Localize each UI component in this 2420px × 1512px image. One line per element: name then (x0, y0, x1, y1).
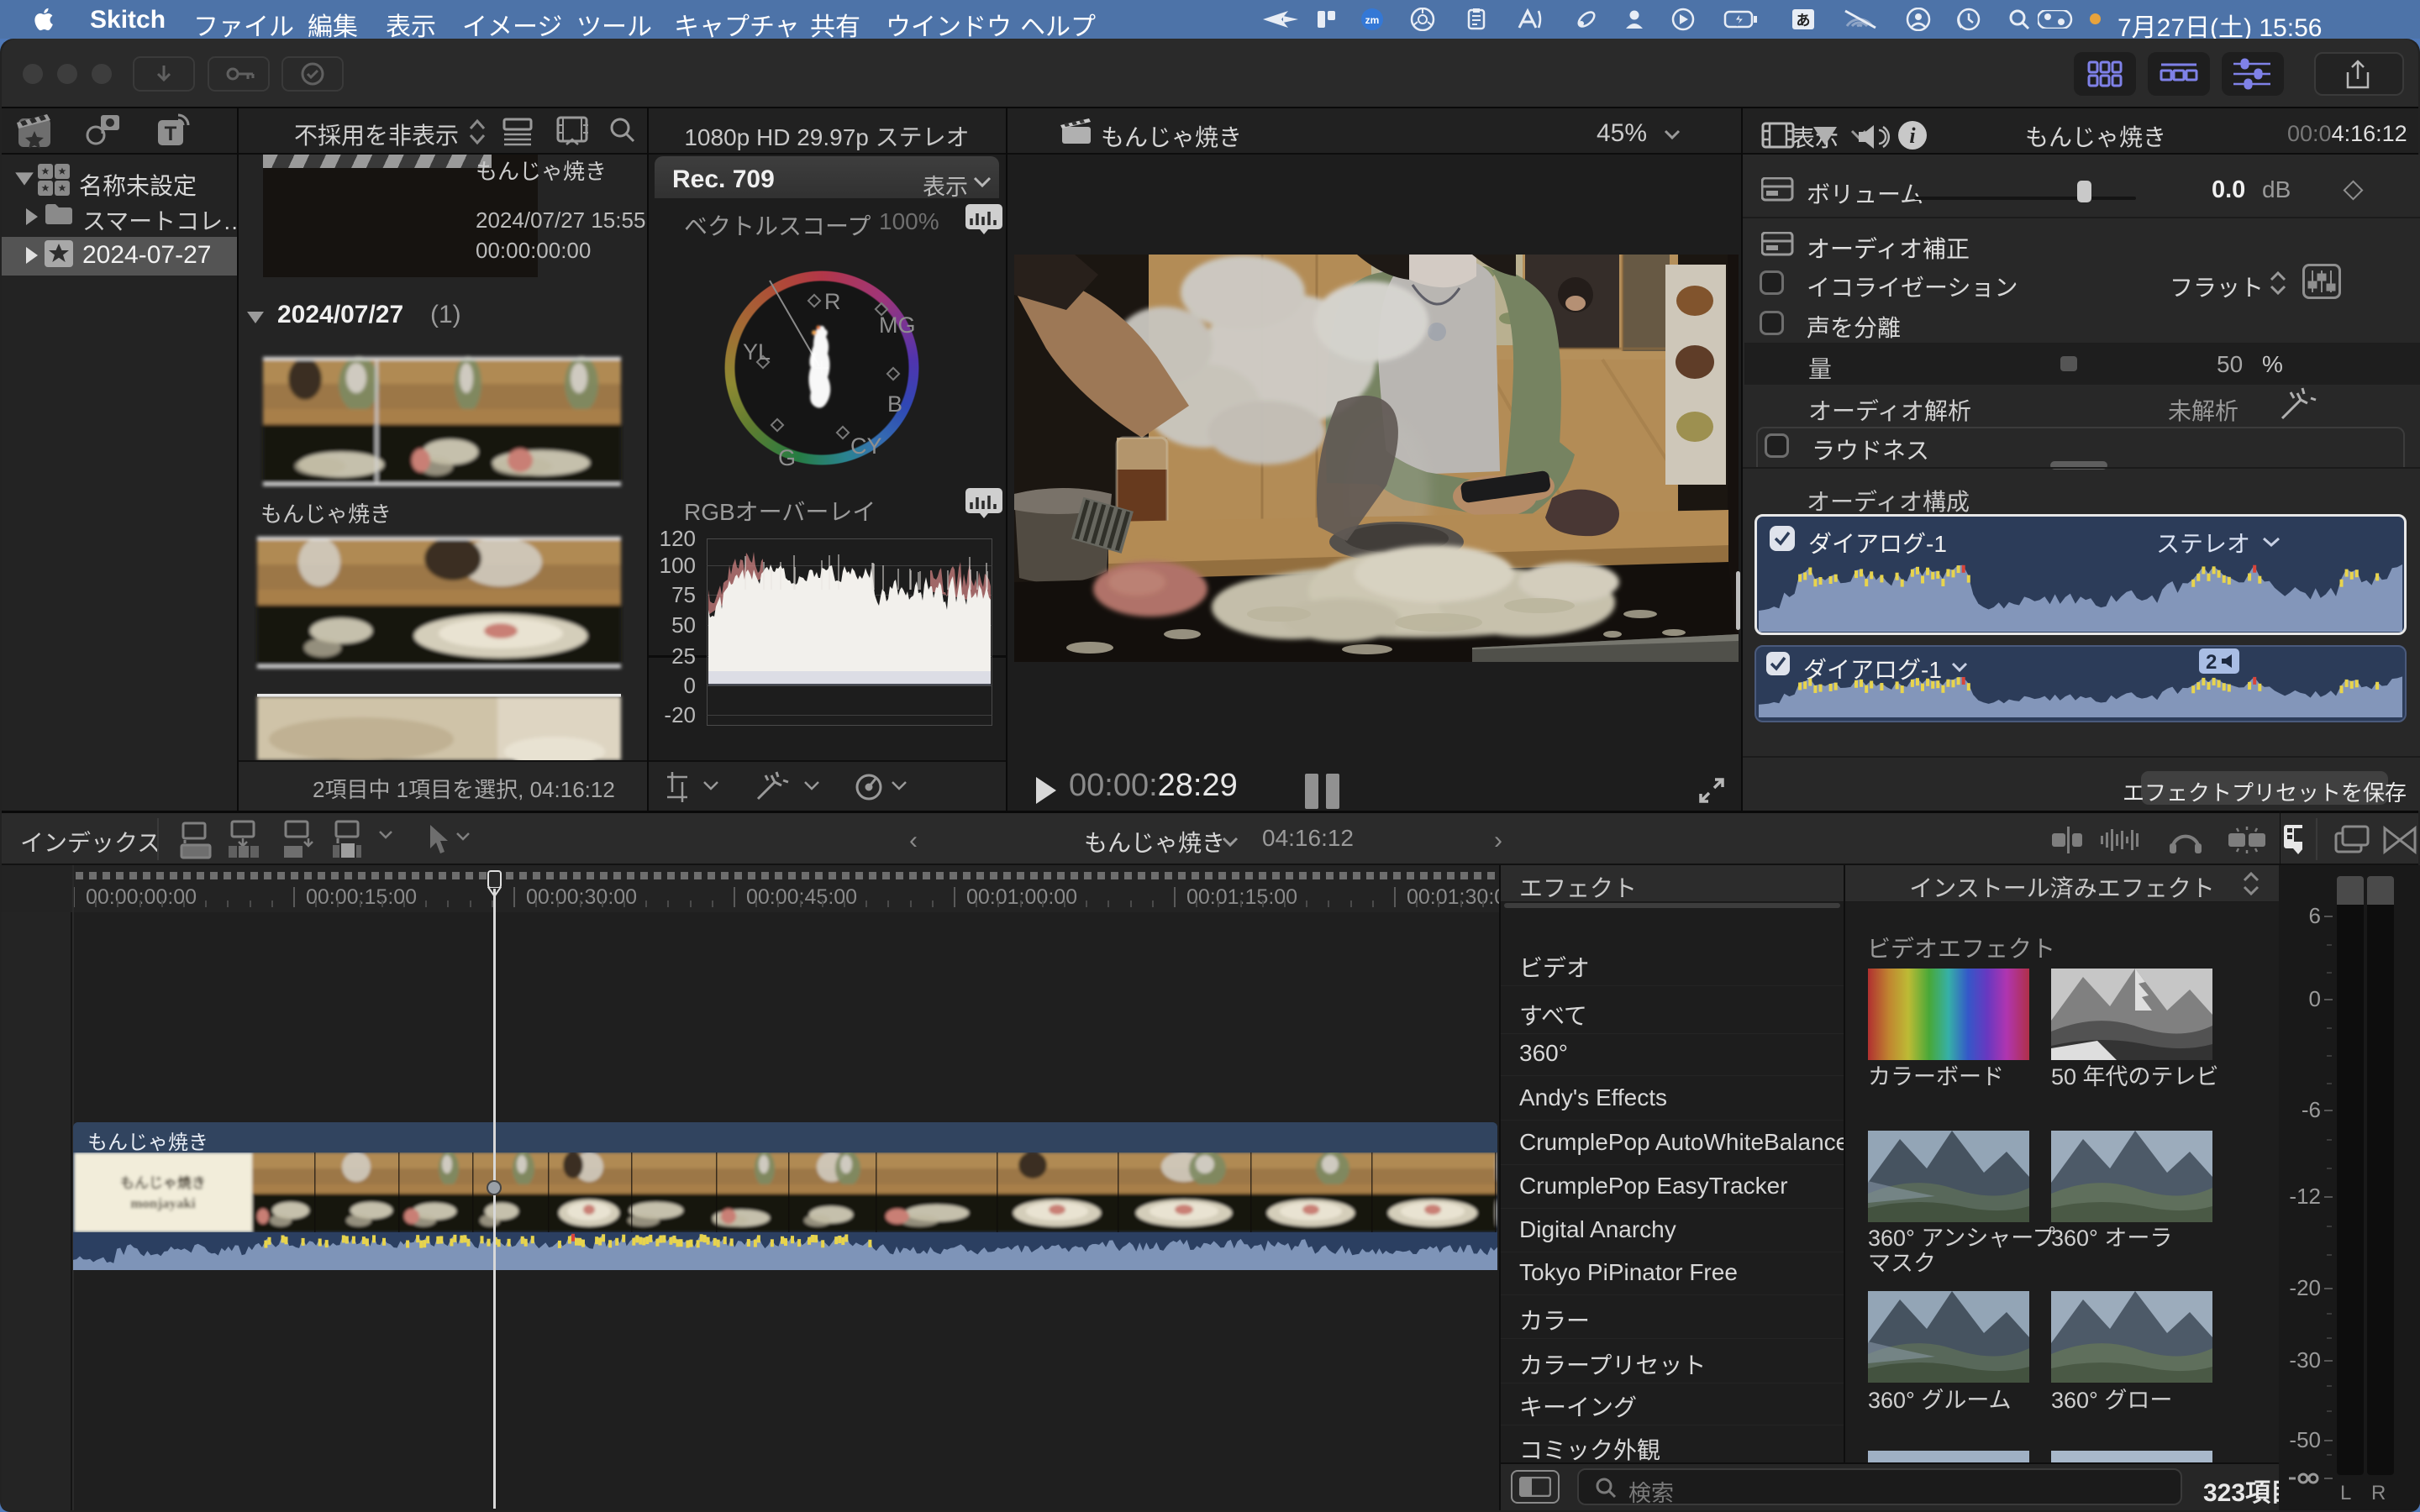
svg-text:monjayaki: monjayaki (130, 1195, 196, 1211)
svg-text:i: i (1909, 123, 1916, 148)
svg-text:00:00:30:00: 00:00:30:00 (526, 885, 637, 909)
svg-text:00:00:15:00: 00:00:15:00 (306, 885, 417, 909)
svg-text:00:01:00:00: 00:01:00:00 (966, 885, 1077, 909)
svg-text:00:01:30:0: 00:01:30:0 (1407, 885, 1504, 909)
svg-text:00:01:15:00: 00:01:15:00 (1186, 885, 1297, 909)
svg-text:もんじゃ焼き: もんじゃ焼き (120, 1174, 206, 1191)
svg-text:00:00:45:00: 00:00:45:00 (746, 885, 857, 909)
svg-text:あ: あ (1797, 13, 1811, 29)
svg-text:00:00:00:00: 00:00:00:00 (86, 885, 197, 909)
svg-text:zm: zm (1365, 14, 1380, 26)
